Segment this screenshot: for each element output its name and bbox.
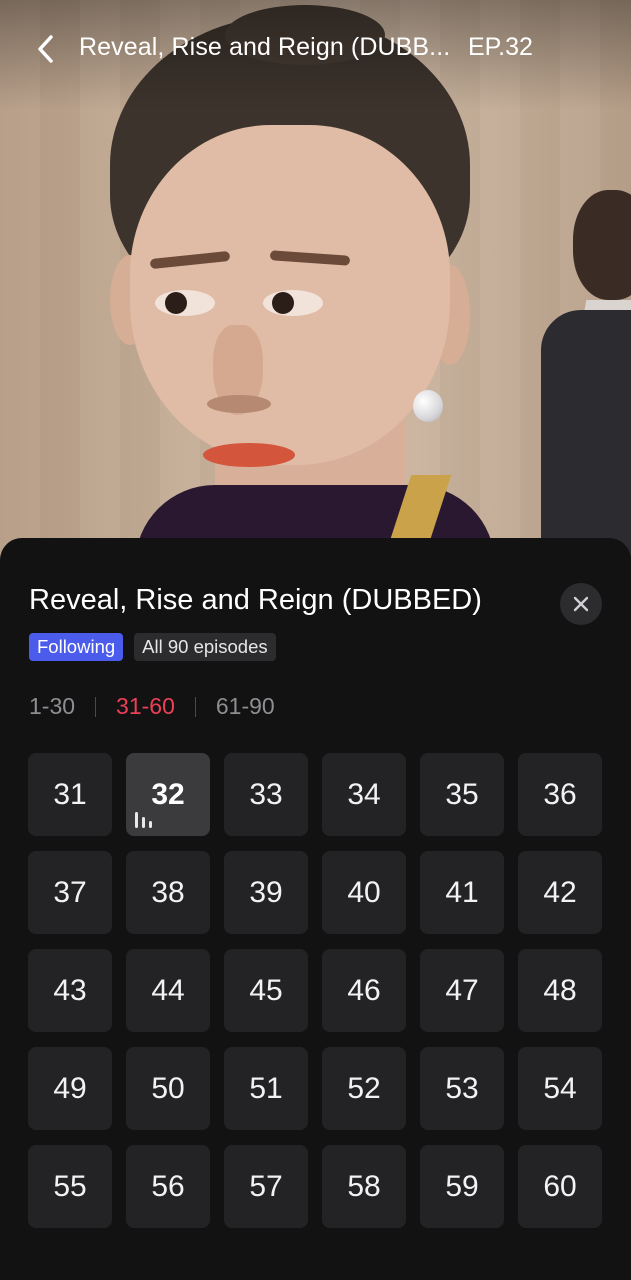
- episode-button[interactable]: 48: [518, 949, 602, 1032]
- episode-button[interactable]: 47: [420, 949, 504, 1032]
- badge-row: Following All 90 episodes: [29, 633, 276, 661]
- episode-button[interactable]: 57: [224, 1145, 308, 1228]
- episode-button[interactable]: 53: [420, 1047, 504, 1130]
- episode-count-badge: All 90 episodes: [134, 633, 276, 661]
- divider: [95, 696, 97, 717]
- episode-button[interactable]: 46: [322, 949, 406, 1032]
- episode-button[interactable]: 39: [224, 851, 308, 934]
- episode-button[interactable]: 50: [126, 1047, 210, 1130]
- close-button[interactable]: [560, 583, 602, 625]
- episode-button[interactable]: 55: [28, 1145, 112, 1228]
- episode-button[interactable]: 38: [126, 851, 210, 934]
- episode-button[interactable]: 44: [126, 949, 210, 1032]
- episode-button[interactable]: 59: [420, 1145, 504, 1228]
- episode-button[interactable]: 37: [28, 851, 112, 934]
- tab-range-31-60[interactable]: 31-60: [116, 693, 175, 720]
- episode-button[interactable]: 43: [28, 949, 112, 1032]
- divider: [194, 696, 196, 717]
- episode-button[interactable]: 33: [224, 753, 308, 836]
- episode-indicator: EP.32: [468, 33, 533, 61]
- episode-button-current[interactable]: 32: [126, 753, 210, 836]
- chevron-left-icon[interactable]: [32, 31, 60, 67]
- equalizer-icon: [135, 812, 152, 828]
- close-icon: [573, 596, 589, 612]
- episode-grid: 31 32 33 34 35 36 37 38 39 40 41 42 43 4…: [28, 753, 604, 1228]
- range-tabs: 1-30 31-60 61-90: [29, 693, 275, 720]
- episode-button[interactable]: 52: [322, 1047, 406, 1130]
- tab-range-61-90[interactable]: 61-90: [216, 693, 275, 720]
- episode-sheet: Reveal, Rise and Reign (DUBBED) Followin…: [0, 538, 631, 1280]
- episode-button[interactable]: 34: [322, 753, 406, 836]
- episode-button[interactable]: 56: [126, 1145, 210, 1228]
- following-badge[interactable]: Following: [29, 633, 124, 661]
- episode-button[interactable]: 49: [28, 1047, 112, 1130]
- tab-range-1-30[interactable]: 1-30: [29, 693, 75, 720]
- episode-button[interactable]: 40: [322, 851, 406, 934]
- episode-button[interactable]: 54: [518, 1047, 602, 1130]
- top-bar: Reveal, Rise and Reign (DUBB... EP.32: [0, 0, 631, 100]
- episode-button[interactable]: 45: [224, 949, 308, 1032]
- episode-button[interactable]: 41: [420, 851, 504, 934]
- background-person: [541, 190, 631, 560]
- video-title: Reveal, Rise and Reign (DUBB...: [79, 33, 451, 61]
- sheet-title: Reveal, Rise and Reign (DUBBED): [29, 584, 482, 616]
- episode-button[interactable]: 51: [224, 1047, 308, 1130]
- episode-button[interactable]: 31: [28, 753, 112, 836]
- episode-button[interactable]: 58: [322, 1145, 406, 1228]
- episode-button[interactable]: 35: [420, 753, 504, 836]
- episode-button[interactable]: 36: [518, 753, 602, 836]
- episode-button[interactable]: 42: [518, 851, 602, 934]
- episode-button[interactable]: 60: [518, 1145, 602, 1228]
